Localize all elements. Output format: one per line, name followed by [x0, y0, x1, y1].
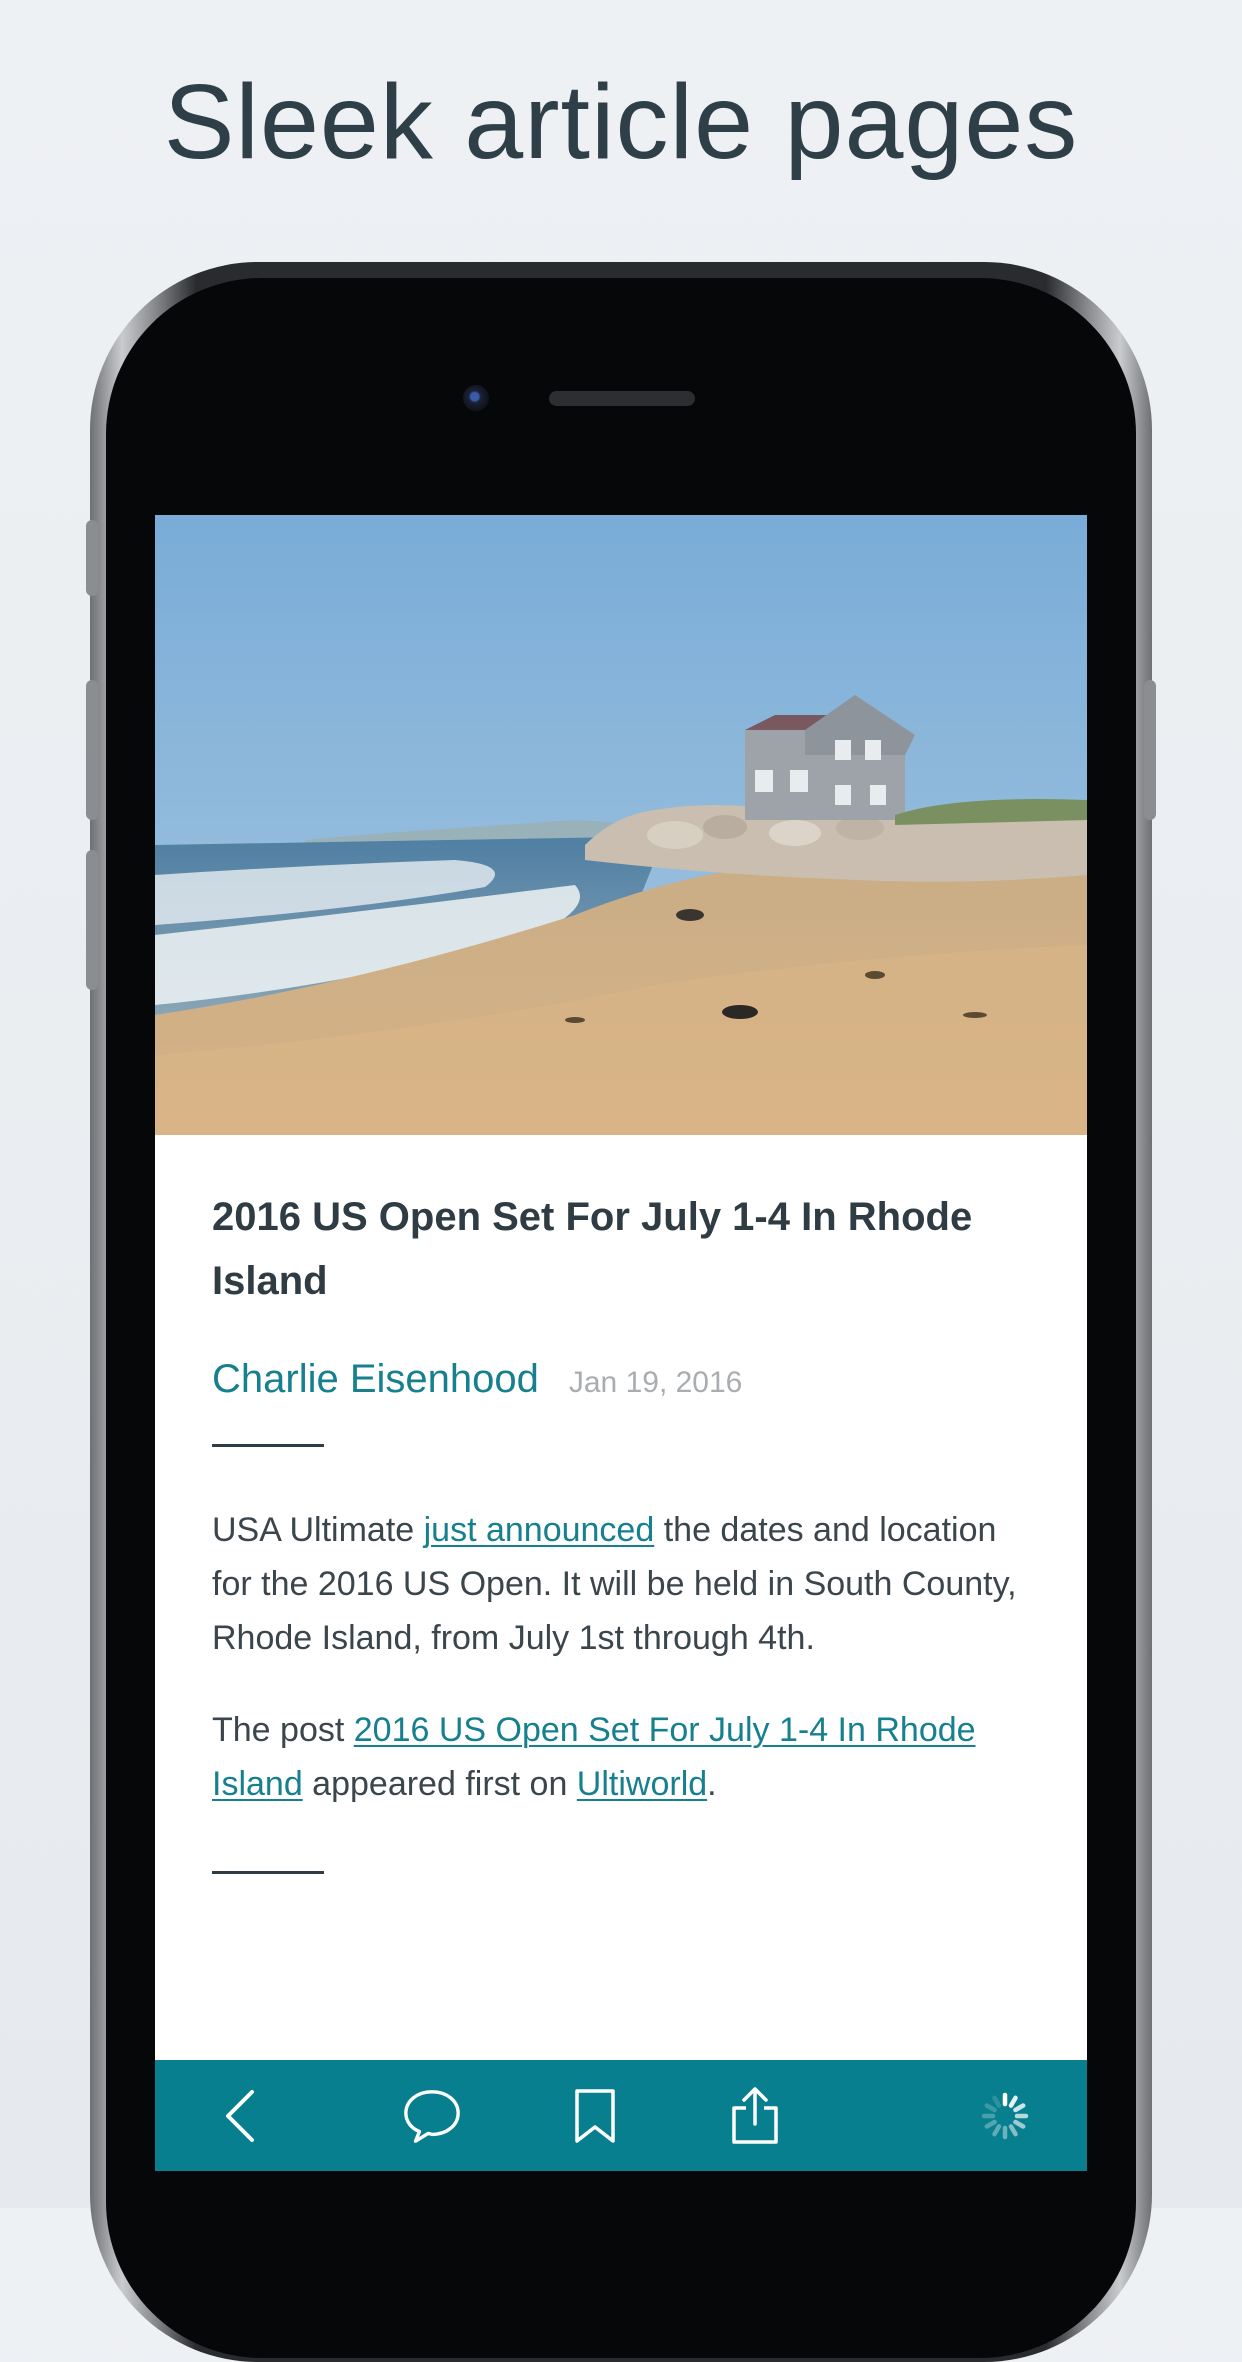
divider — [212, 1444, 324, 1447]
author-link[interactable]: Charlie Eisenhood — [212, 1357, 539, 1402]
comments-button[interactable] — [402, 2086, 462, 2146]
article-title: 2016 US Open Set For July 1-4 In Rhode I… — [212, 1195, 973, 1303]
spinner-icon — [981, 2092, 1029, 2140]
front-camera — [463, 385, 489, 411]
power-button — [1144, 680, 1156, 820]
earpiece-speaker — [549, 391, 695, 406]
just-announced-link[interactable]: just announced — [424, 1511, 655, 1549]
volume-up-button — [86, 680, 98, 820]
page-headline: Sleek article pages — [163, 63, 1079, 181]
article-hero-image — [155, 515, 1087, 1135]
chevron-left-icon — [226, 2090, 254, 2142]
article-footer-paragraph: The post 2016 US Open Set For July 1-4 I… — [212, 1703, 1032, 1811]
article-paragraph: USA Ultimate just announced the dates an… — [212, 1503, 1032, 1665]
paragraph-text: . — [707, 1765, 717, 1803]
volume-down-button — [86, 850, 98, 990]
site-link[interactable]: Ultiworld — [577, 1765, 707, 1803]
bookmark-icon — [575, 2089, 615, 2143]
bottom-toolbar — [155, 2060, 1087, 2171]
loading-indicator — [975, 2086, 1035, 2146]
divider — [212, 1871, 324, 1874]
speech-bubble-icon — [404, 2090, 460, 2143]
article-meta: Charlie Eisenhood Jan 19, 2016 — [212, 1357, 1032, 1402]
mute-switch — [86, 520, 98, 596]
share-button[interactable] — [725, 2086, 785, 2146]
paragraph-text: USA Ultimate — [212, 1511, 424, 1549]
back-button[interactable] — [210, 2086, 270, 2146]
paragraph-text: The post — [212, 1711, 354, 1749]
paragraph-text: appeared first on — [302, 1765, 577, 1803]
publish-date: Jan 19, 2016 — [568, 1366, 743, 1399]
phone-screen: 2016 US Open Set For July 1-4 In Rhode I… — [155, 515, 1087, 2171]
article-body: 2016 US Open Set For July 1-4 In Rhode I… — [212, 1185, 1032, 1874]
share-icon — [732, 2087, 778, 2144]
bookmark-button[interactable] — [565, 2086, 625, 2146]
